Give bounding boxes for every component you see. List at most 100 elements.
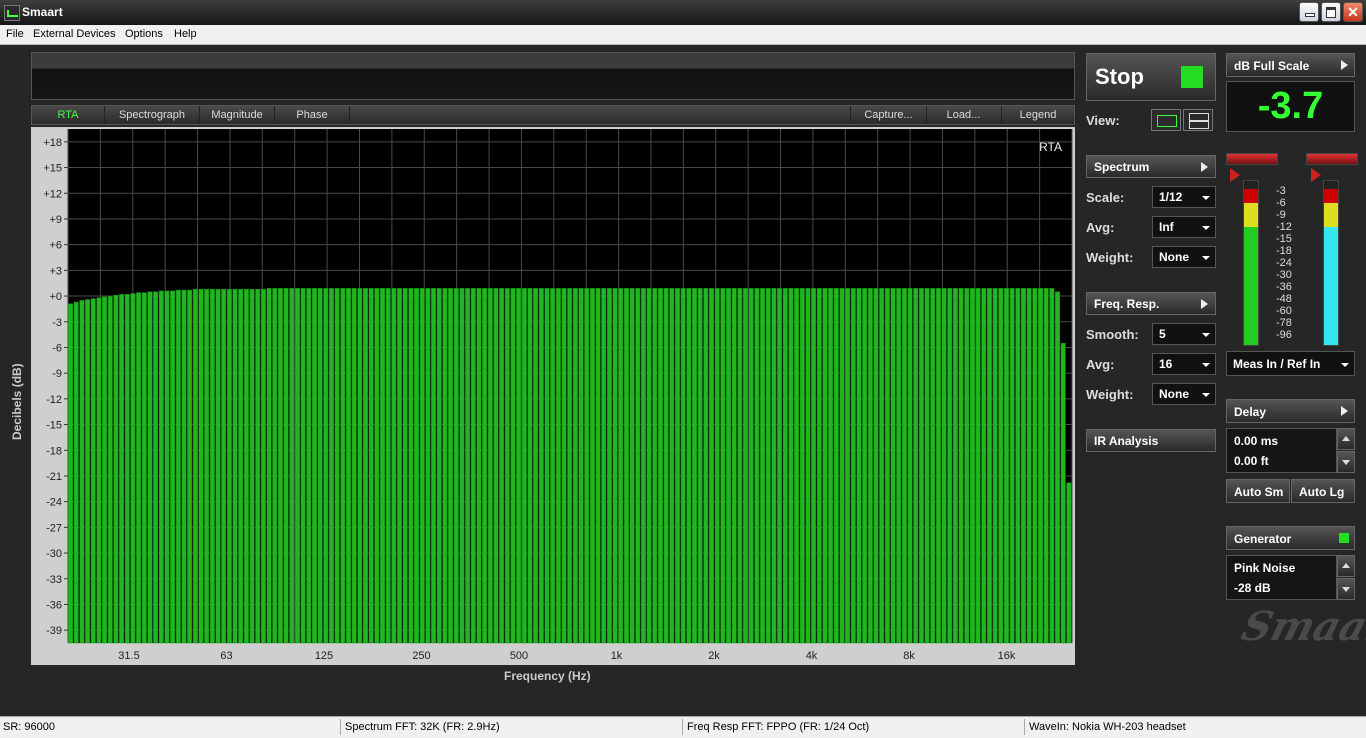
y-tick-label: +9 — [49, 214, 62, 226]
rta-bar — [136, 292, 142, 644]
meter-tick: -60 — [1276, 305, 1292, 317]
y-tick-label: -18 — [46, 445, 62, 457]
meas-peak-marker-icon — [1230, 168, 1240, 182]
y-tick-label: -15 — [46, 420, 62, 432]
plot-header-strip — [31, 52, 1075, 100]
window-title: Smaart — [22, 5, 63, 19]
rta-bar — [187, 289, 193, 644]
capture-button[interactable]: Capture... — [850, 106, 927, 124]
menu-help[interactable]: Help — [174, 28, 197, 40]
spectrum-weight-label: Weight: — [1086, 250, 1134, 265]
tab-rta[interactable]: RTA — [32, 106, 105, 124]
minimize-button[interactable] — [1299, 2, 1319, 22]
spectrum-header-button[interactable]: Spectrum — [1086, 155, 1216, 178]
rta-bar — [79, 300, 85, 644]
rta-bar — [385, 288, 391, 644]
rta-bar — [669, 288, 675, 644]
load-button[interactable]: Load... — [926, 106, 1002, 124]
delay-up-button[interactable] — [1337, 428, 1355, 450]
menu-external-devices[interactable]: External Devices — [33, 28, 116, 40]
rta-bar — [119, 294, 125, 644]
freq-resp-header-button[interactable]: Freq. Resp. — [1086, 292, 1216, 315]
ir-analysis-button[interactable]: IR Analysis — [1086, 429, 1216, 452]
rta-bar — [181, 289, 187, 644]
generator-header-button[interactable]: Generator — [1226, 526, 1355, 550]
rta-bar — [595, 288, 601, 644]
rta-bar — [913, 288, 919, 644]
rta-bar — [941, 288, 947, 644]
chevron-up-icon — [1342, 436, 1350, 441]
freq-avg-dropdown[interactable]: 16 — [1152, 353, 1216, 375]
rta-bar — [686, 288, 692, 644]
legend-button[interactable]: Legend — [1002, 106, 1074, 124]
rta-bar — [697, 288, 703, 644]
rta-bar — [896, 288, 902, 644]
spectrum-avg-dropdown[interactable]: Inf — [1152, 216, 1216, 238]
rta-bar — [198, 288, 204, 644]
rta-bar — [884, 288, 890, 644]
delay-down-button[interactable] — [1337, 451, 1355, 473]
rta-bar — [215, 288, 221, 644]
x-tick-label: 63 — [220, 650, 232, 662]
y-tick-label: -33 — [46, 574, 62, 586]
rta-bar — [811, 288, 817, 644]
tab-magnitude[interactable]: Magnitude — [200, 106, 275, 124]
rta-bar — [663, 288, 669, 644]
freq-weight-dropdown[interactable]: None — [1152, 383, 1216, 405]
rta-bar — [981, 288, 987, 644]
rta-bar — [555, 288, 561, 644]
menu-options[interactable]: Options — [125, 28, 163, 40]
rta-bar — [238, 288, 244, 644]
delay-readout[interactable]: 0.00 ms 0.00 ft — [1226, 428, 1337, 473]
scale-value: 1/12 — [1159, 190, 1183, 204]
generator-settings[interactable]: Pink Noise -28 dB — [1226, 555, 1337, 600]
smooth-label: Smooth: — [1086, 327, 1139, 342]
delay-header-button[interactable]: Delay — [1226, 399, 1355, 423]
scale-dropdown[interactable]: 1/12 — [1152, 186, 1216, 208]
generator-on-indicator[interactable] — [1339, 533, 1349, 543]
ref-peak-marker-icon — [1311, 168, 1321, 182]
meter-source-value: Meas In / Ref In — [1233, 357, 1321, 371]
maximize-button[interactable] — [1321, 2, 1341, 22]
generator-up-button[interactable] — [1337, 555, 1355, 577]
chevron-down-icon — [1202, 393, 1210, 397]
auto-sm-button[interactable]: Auto Sm — [1226, 479, 1290, 503]
rta-bar — [124, 294, 130, 644]
meter-source-dropdown[interactable]: Meas In / Ref In — [1226, 351, 1355, 376]
rta-bar — [351, 288, 357, 644]
rta-bar — [521, 288, 527, 644]
stop-button[interactable]: Stop — [1086, 53, 1216, 101]
rta-chart[interactable]: +18 +15 +12 +9 +6 +3 +0 -3 -6 -9 -12 -15 -18 -21 -24 -2… — [31, 127, 1075, 665]
rta-bar — [470, 288, 476, 644]
y-tick-label: -36 — [46, 599, 62, 611]
close-button[interactable]: ✕ — [1343, 2, 1363, 22]
freq-weight-value: None — [1159, 387, 1189, 401]
rta-bar — [504, 288, 510, 644]
rta-bar — [862, 288, 868, 644]
view-single-button[interactable] — [1151, 109, 1181, 131]
db-full-scale-button[interactable]: dB Full Scale — [1226, 53, 1355, 77]
run-indicator — [1181, 66, 1203, 88]
tab-spectrograph[interactable]: Spectrograph — [105, 106, 200, 124]
tab-phase[interactable]: Phase — [275, 106, 350, 124]
status-divider — [682, 719, 683, 735]
chevron-down-icon — [1341, 363, 1349, 367]
rta-bar — [992, 288, 998, 644]
rta-bar — [765, 288, 771, 644]
chevron-down-icon — [1202, 333, 1210, 337]
view-split-button[interactable] — [1183, 109, 1213, 131]
spectrum-weight-dropdown[interactable]: None — [1152, 246, 1216, 268]
rta-bar — [754, 288, 760, 644]
spectrum-avg-label: Avg: — [1086, 220, 1115, 235]
generator-down-button[interactable] — [1337, 578, 1355, 600]
rta-bar — [578, 288, 584, 644]
smooth-dropdown[interactable]: 5 — [1152, 323, 1216, 345]
auto-lg-button[interactable]: Auto Lg — [1291, 479, 1355, 503]
rta-bar — [1009, 288, 1015, 644]
rta-bar — [771, 288, 777, 644]
rta-bar — [527, 288, 533, 644]
rta-bar — [419, 288, 425, 644]
freq-weight-label: Weight: — [1086, 387, 1134, 402]
auto-lg-label: Auto Lg — [1299, 485, 1345, 499]
menu-file[interactable]: File — [6, 28, 24, 40]
